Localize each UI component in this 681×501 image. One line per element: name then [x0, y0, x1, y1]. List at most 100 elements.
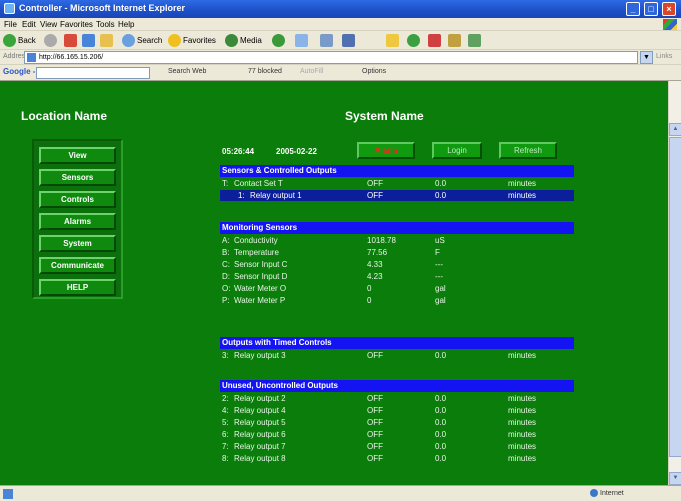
row-unit: minutes	[508, 418, 537, 427]
minimize-button[interactable]: _	[626, 2, 640, 16]
row-name: Relay output 1	[250, 191, 302, 200]
row-value: OFF	[367, 430, 383, 439]
table-row[interactable]: 2: Relay output 2 OFF 0.0 minutes	[220, 393, 574, 404]
address-dropdown-icon[interactable]: ▼	[640, 51, 653, 64]
menu-view[interactable]: View	[40, 20, 57, 29]
nav-controls-button[interactable]: Controls	[39, 191, 116, 208]
maximize-button[interactable]: □	[644, 2, 658, 16]
menu-edit[interactable]: Edit	[22, 20, 36, 29]
scroll-thumb[interactable]	[669, 137, 681, 457]
favorites-button[interactable]: Favorites	[168, 33, 216, 48]
row-value: OFF	[367, 191, 383, 200]
row-unit: ---	[435, 260, 443, 269]
login-button[interactable]: Login	[432, 142, 482, 159]
row-name: Sensor Input C	[234, 260, 288, 269]
page-icon	[27, 53, 36, 62]
google-search-web-button[interactable]: Search Web	[168, 68, 206, 75]
row-setting: 0.0	[435, 442, 447, 451]
table-row[interactable]: C: Sensor Input C 4.33 ---	[220, 259, 574, 270]
google-search-input[interactable]	[36, 67, 150, 79]
table-row[interactable]: T: Contact Set T OFF 0.0 minutes	[220, 178, 574, 189]
row-unit: gal	[435, 284, 446, 293]
clock-time: 05:26:44	[222, 147, 255, 156]
edit-button[interactable]	[342, 33, 357, 48]
menu-tools[interactable]: Tools	[96, 20, 115, 29]
popup-blocked-button[interactable]: 77 blocked	[248, 68, 282, 75]
research-icon	[448, 34, 461, 48]
mail-icon	[295, 34, 308, 48]
refresh-button[interactable]: Refresh	[499, 142, 557, 159]
refresh-browser-button[interactable]	[82, 33, 97, 48]
table-row[interactable]: 5: Relay output 5 OFF 0.0 minutes	[220, 417, 574, 428]
globe-icon	[590, 489, 598, 497]
page-status-icon	[3, 489, 13, 499]
scroll-down-icon[interactable]: ▼	[669, 472, 681, 485]
alarm-button[interactable]: Alarm	[357, 142, 415, 159]
back-button[interactable]: Back	[3, 33, 36, 48]
tool-button-2[interactable]	[448, 33, 463, 48]
table-row[interactable]: D: Sensor Input D 4.23 ---	[220, 271, 574, 282]
table-row[interactable]: 3: Relay output 3 OFF 0.0 minutes	[220, 350, 574, 361]
print-button[interactable]	[320, 33, 335, 48]
row-value: OFF	[367, 351, 383, 360]
row-name: Temperature	[234, 248, 279, 257]
media-button[interactable]: Media	[225, 33, 262, 48]
system-name: System Name	[345, 109, 424, 123]
menu-favorites[interactable]: Favorites	[60, 20, 93, 29]
row-id: 3:	[222, 351, 229, 360]
stop-button[interactable]	[64, 33, 79, 48]
table-row[interactable]: 8: Relay output 8 OFF 0.0 minutes	[220, 453, 574, 464]
nav-sensors-button[interactable]: Sensors	[39, 169, 116, 186]
row-unit: minutes	[508, 179, 537, 188]
status-bar: Internet	[0, 485, 681, 501]
google-options-button[interactable]: Options	[362, 68, 386, 75]
links-label[interactable]: Links	[656, 53, 672, 60]
row-unit: minutes	[508, 406, 537, 415]
row-value: 1018.78	[367, 236, 396, 245]
table-row[interactable]: 6: Relay output 6 OFF 0.0 minutes	[220, 429, 574, 440]
folder-button[interactable]	[386, 33, 401, 48]
row-setting: 0.0	[435, 418, 447, 427]
table-row[interactable]: P: Water Meter P 0 gal	[220, 295, 574, 306]
address-input[interactable]: http://66.165.15.206/	[24, 51, 638, 64]
home-button[interactable]	[100, 33, 115, 48]
row-value: OFF	[367, 418, 383, 427]
security-zone: Internet	[590, 489, 624, 497]
row-id: B:	[222, 248, 230, 257]
mail-button[interactable]	[295, 33, 310, 48]
table-row[interactable]: O: Water Meter O 0 gal	[220, 283, 574, 294]
forward-button[interactable]	[44, 33, 59, 48]
nav-help-button[interactable]: HELP	[39, 279, 116, 296]
vertical-scrollbar[interactable]: ▲ ▼	[668, 81, 681, 485]
table-row-selected[interactable]: 1: Relay output 1 OFF 0.0 minutes	[220, 190, 574, 201]
search-button[interactable]: Search	[122, 33, 162, 48]
table-row[interactable]: A: Conductivity 1018.78 uS	[220, 235, 574, 246]
messenger-button[interactable]	[407, 33, 422, 48]
table-row[interactable]: 7: Relay output 7 OFF 0.0 minutes	[220, 441, 574, 452]
tool-button-3[interactable]	[468, 33, 483, 48]
menu-help[interactable]: Help	[118, 20, 134, 29]
row-value: OFF	[367, 454, 383, 463]
history-button[interactable]	[272, 33, 287, 48]
nav-system-button[interactable]: System	[39, 235, 116, 252]
table-row[interactable]: 4: Relay output 4 OFF 0.0 minutes	[220, 405, 574, 416]
google-logo[interactable]: Google -	[3, 67, 35, 76]
autofill-button[interactable]: AutoFill	[300, 68, 323, 75]
row-unit: minutes	[508, 442, 537, 451]
nav-alarms-button[interactable]: Alarms	[39, 213, 116, 230]
nav-communicate-button[interactable]: Communicate	[39, 257, 116, 274]
page-content: Location Name System Name View Sensors C…	[0, 81, 668, 485]
row-setting: 0.0	[435, 406, 447, 415]
row-name: Relay output 5	[234, 418, 286, 427]
row-id: P:	[222, 296, 230, 305]
tool-button-1[interactable]	[428, 33, 443, 48]
forward-arrow-icon	[44, 34, 57, 48]
scroll-up-icon[interactable]: ▲	[669, 123, 681, 136]
nav-view-button[interactable]: View	[39, 147, 116, 164]
close-button[interactable]: ×	[662, 2, 676, 16]
table-row[interactable]: B: Temperature 77.56 F	[220, 247, 574, 258]
row-name: Relay output 6	[234, 430, 286, 439]
menu-file[interactable]: File	[4, 20, 17, 29]
row-unit: uS	[435, 236, 445, 245]
row-value: 77.56	[367, 248, 388, 257]
